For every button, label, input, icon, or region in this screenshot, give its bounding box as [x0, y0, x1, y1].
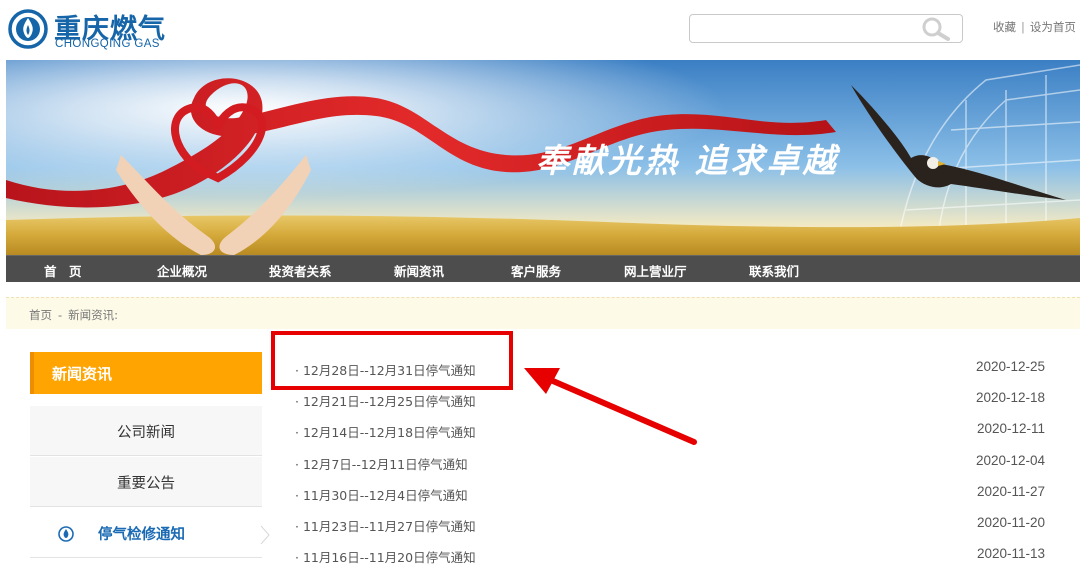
sidebar-item-announcements[interactable]: 重要公告 [30, 457, 262, 507]
link-separator: | [1021, 20, 1025, 34]
news-date: 2020-11-27 [976, 484, 1045, 499]
nav-item-news[interactable]: 新闻资讯 [394, 261, 444, 280]
breadcrumb-separator: - [58, 308, 63, 322]
breadcrumb: 首页 - 新闻资讯: [29, 307, 118, 323]
set-homepage-link[interactable]: 设为首页 [1030, 20, 1076, 34]
annotation-arrow-icon [524, 368, 697, 445]
site-header: 重庆燃气 CHONGQING GAS 收藏 | 设为首页 [0, 0, 1080, 60]
news-date: 2020-12-18 [975, 390, 1045, 405]
sidebar-item-label: 停气检修通知 [98, 527, 185, 543]
news-title[interactable]: · 12月7日--12月11日停气通知 [295, 454, 468, 473]
sidebar-item-outage-notice[interactable]: 停气检修通知 [30, 508, 262, 558]
banner-illustration: 奉献光热 追求卓越 [6, 60, 1080, 255]
nav-item-home[interactable]: 首 页 [44, 261, 82, 280]
main-nav: 首 页 企业概况 投资者关系 新闻资讯 客户服务 网上营业厅 联系我们 [6, 255, 1080, 282]
annotation-highlight-box [271, 331, 513, 390]
news-title[interactable]: · 11月30日--12月4日停气通知 [295, 485, 468, 504]
search-box [689, 14, 963, 43]
sidebar-title: 新闻资讯 [30, 352, 262, 394]
top-links: 收藏 | 设为首页 [993, 19, 1076, 35]
search-icon[interactable] [916, 17, 956, 41]
bookmark-link[interactable]: 收藏 [993, 20, 1016, 34]
news-date: 2020-12-25 [975, 359, 1045, 374]
hero-banner: 奉献光热 追求卓越 [6, 60, 1080, 255]
nav-item-online-hall[interactable]: 网上营业厅 [624, 261, 687, 280]
active-pointer-icon [260, 525, 270, 545]
news-title[interactable]: · 11月16日--11月20日停气通知 [295, 547, 476, 566]
banner-slogan: 奉献光热 追求卓越 [536, 141, 840, 180]
nav-item-investors[interactable]: 投资者关系 [269, 261, 332, 280]
nav-item-service[interactable]: 客户服务 [511, 261, 561, 280]
list-item[interactable]: · 11月16日--11月20日停气通知 2020-11-13 [295, 544, 1055, 566]
sidebar-item-label: 重要公告 [117, 476, 175, 492]
list-item[interactable]: · 11月23日--11月27日停气通知 2020-11-20 [295, 513, 1055, 535]
sidebar-item-company-news[interactable]: 公司新闻 [30, 406, 262, 456]
news-date: 2020-11-20 [976, 515, 1045, 530]
list-item[interactable]: · 12月7日--12月11日停气通知 2020-12-04 [295, 451, 1055, 473]
news-date: 2020-12-04 [975, 453, 1045, 468]
sidebar-title-text: 新闻资讯 [52, 365, 113, 383]
search-input[interactable] [698, 19, 908, 39]
news-date: 2020-11-13 [976, 546, 1045, 561]
news-title[interactable]: · 12月14日--12月18日停气通知 [295, 422, 476, 441]
breadcrumb-bar: 首页 - 新闻资讯: [6, 297, 1080, 329]
breadcrumb-current: 新闻资讯: [68, 308, 119, 322]
list-item[interactable]: · 11月30日--12月4日停气通知 2020-11-27 [295, 482, 1055, 504]
site-logo[interactable]: 重庆燃气 CHONGQING GAS [8, 9, 183, 53]
nav-item-about[interactable]: 企业概况 [157, 261, 207, 280]
gas-flame-logo-icon [8, 9, 48, 49]
news-title[interactable]: · 12月21日--12月25日停气通知 [295, 391, 476, 410]
breadcrumb-home[interactable]: 首页 [29, 308, 52, 322]
news-date: 2020-12-11 [976, 421, 1045, 436]
sidebar-item-label: 公司新闻 [117, 425, 175, 441]
nav-item-contact[interactable]: 联系我们 [749, 261, 799, 280]
logo-english-text: CHONGQING GAS [55, 38, 160, 50]
news-title[interactable]: · 11月23日--11月27日停气通知 [295, 516, 476, 535]
